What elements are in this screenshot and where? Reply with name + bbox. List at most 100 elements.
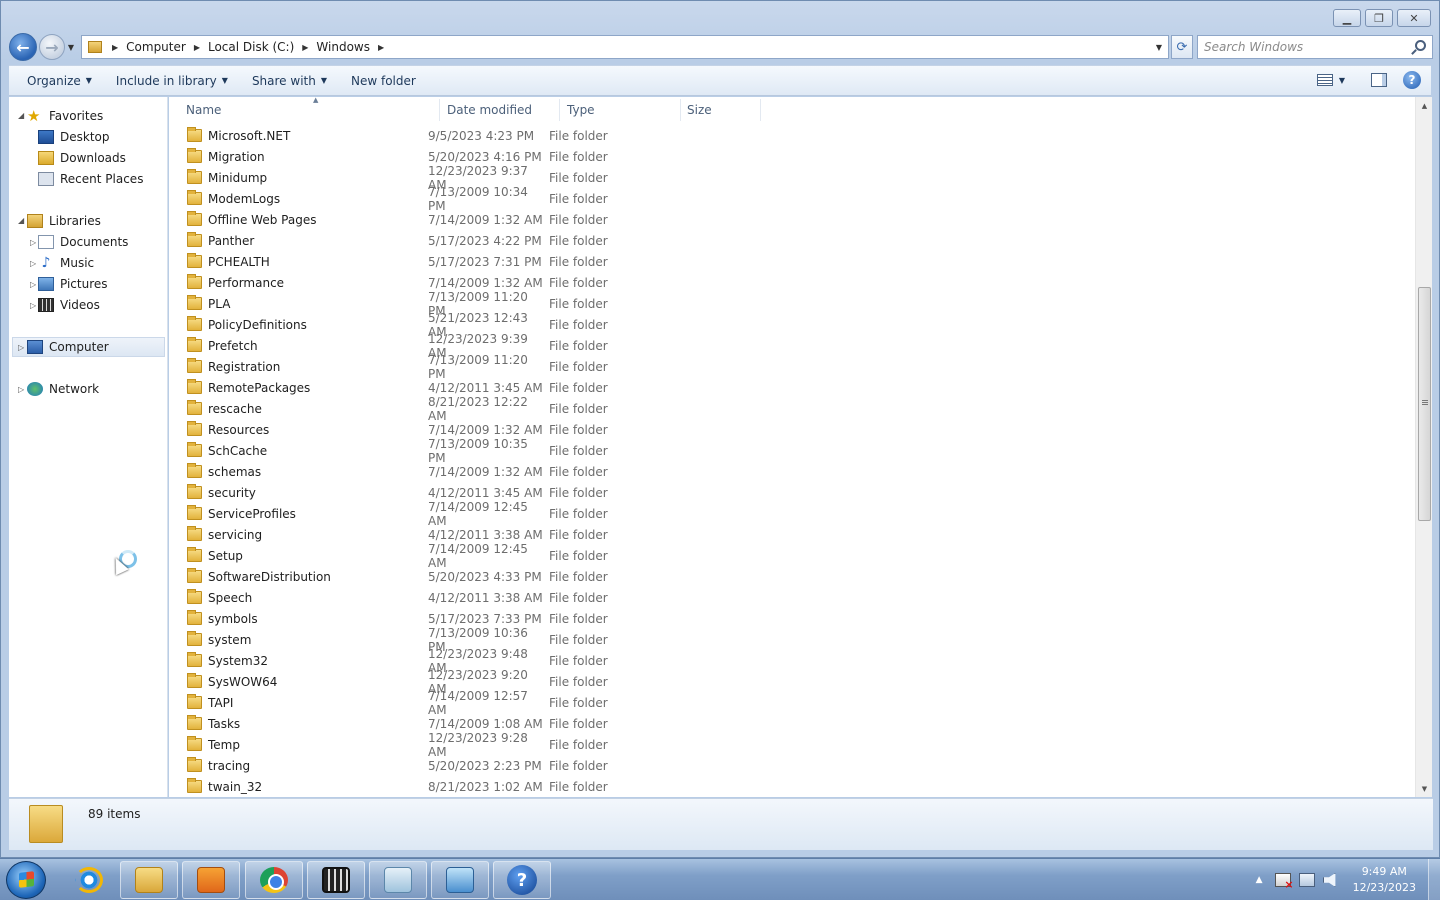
taskbar-media-player[interactable]: [182, 861, 240, 899]
table-row[interactable]: ServiceProfiles 7/14/2009 12:45 AM File fo…: [187, 500, 608, 528]
table-row[interactable]: Resources 7/14/2009 1:32 AM File folder: [187, 419, 608, 440]
table-row[interactable]: PolicyDefinitions 5/21/2023 12:43 AM File …: [187, 311, 608, 339]
nav-item-music[interactable]: ♪ Music: [38, 253, 95, 273]
clock[interactable]: 9:49 AM 12/23/2023: [1353, 864, 1416, 896]
table-row[interactable]: Temp 12/23/2023 9:28 AM File folder: [187, 731, 608, 759]
expand-triangle-icon[interactable]: ▷: [30, 238, 36, 247]
expand-triangle-icon[interactable]: ▷: [30, 280, 36, 289]
nav-item-downloads[interactable]: Downloads: [38, 148, 126, 168]
address-bar[interactable]: ▶ Computer ▶ Local Disk (C:) ▶ Windows ▶…: [81, 35, 1169, 59]
taskbar-windows-explorer[interactable]: [120, 861, 178, 899]
table-row[interactable]: SchCache 7/13/2009 10:35 PM File folder: [187, 437, 608, 465]
organize-menu[interactable]: Organize ▼: [9, 66, 101, 95]
taskbar-movie-maker[interactable]: [307, 861, 365, 899]
table-row[interactable]: Microsoft.NET 9/5/2023 4:23 PM File folder: [187, 125, 608, 146]
table-row[interactable]: Panther 5/17/2023 4:22 PM File folder: [187, 230, 608, 251]
forward-button[interactable]: →: [39, 34, 65, 60]
table-row[interactable]: Migration 5/20/2023 4:16 PM File folder: [187, 146, 608, 167]
show-hidden-icons-icon[interactable]: ▲: [1256, 875, 1263, 885]
include-in-library-menu[interactable]: Include in library ▼: [107, 66, 237, 95]
chevron-right-icon[interactable]: ▶: [112, 43, 118, 52]
table-row[interactable]: RemotePackages 4/12/2011 3:45 AM File fold…: [187, 377, 608, 398]
expand-triangle-icon[interactable]: ▷: [30, 259, 36, 268]
chevron-right-icon[interactable]: ▶: [194, 43, 200, 52]
table-row[interactable]: servicing 4/12/2011 3:38 AM File folder: [187, 524, 608, 545]
help-icon[interactable]: ?: [1403, 71, 1421, 89]
column-header-size[interactable]: Size: [678, 99, 761, 121]
table-row[interactable]: TAPI 7/14/2009 12:57 AM File folder: [187, 689, 608, 717]
column-header-type[interactable]: Type: [558, 99, 681, 121]
chevron-right-icon[interactable]: ▶: [302, 43, 308, 52]
action-center-flag-icon[interactable]: [1274, 873, 1294, 891]
maximize-button[interactable]: ❐: [1365, 9, 1393, 27]
table-row[interactable]: Performance 7/14/2009 1:32 AM File folder: [187, 272, 608, 293]
collapse-triangle-icon[interactable]: ◢: [18, 111, 24, 120]
chevron-down-icon[interactable]: ▼: [1339, 76, 1345, 85]
table-row[interactable]: Tasks 7/14/2009 1:08 AM File folder: [187, 713, 608, 734]
table-row[interactable]: twain_32 8/21/2023 1:02 AM File folder: [187, 776, 608, 797]
table-row[interactable]: SoftwareDistribution 5/20/2023 4:33 PM Fil…: [187, 566, 608, 587]
scroll-down-icon[interactable]: ▼: [1416, 780, 1433, 797]
table-row[interactable]: Minidump 12/23/2023 9:37 AM File folder: [187, 164, 608, 192]
taskbar-chrome[interactable]: [245, 861, 303, 899]
table-row[interactable]: PCHEALTH 5/17/2023 7:31 PM File folder: [187, 251, 608, 272]
nav-item-documents[interactable]: Documents: [38, 232, 128, 252]
table-row[interactable]: security 4/12/2011 3:45 AM File folder: [187, 482, 608, 503]
refresh-button[interactable]: ⟳: [1171, 35, 1193, 59]
table-row[interactable]: System32 12/23/2023 9:48 AM File folder: [187, 647, 608, 675]
address-dropdown-icon[interactable]: ▼: [1156, 43, 1162, 52]
nav-computer[interactable]: Computer: [27, 337, 109, 357]
breadcrumb-windows[interactable]: Windows: [316, 40, 370, 54]
table-row[interactable]: tracing 5/20/2023 2:23 PM File folder: [187, 755, 608, 776]
expand-triangle-icon[interactable]: ▷: [18, 343, 24, 352]
nav-favorites[interactable]: ★ Favorites: [27, 106, 103, 126]
breadcrumb-local-disk[interactable]: Local Disk (C:): [208, 40, 294, 54]
table-row[interactable]: rescache 8/21/2023 12:22 AM File folder: [187, 395, 608, 423]
minimize-button[interactable]: ▁: [1333, 9, 1361, 27]
volume-muted-icon[interactable]: [1322, 873, 1336, 887]
scrollbar-thumb[interactable]: [1418, 287, 1431, 521]
column-header-name[interactable]: Name ▲: [177, 96, 440, 121]
scroll-up-icon[interactable]: ▲: [1416, 97, 1433, 114]
share-with-menu[interactable]: Share with ▼: [243, 66, 336, 95]
start-button[interactable]: [6, 861, 46, 899]
breadcrumb-computer[interactable]: Computer: [126, 40, 186, 54]
new-folder-button[interactable]: New folder: [342, 66, 425, 95]
close-button[interactable]: ✕: [1397, 9, 1431, 27]
table-row[interactable]: Registration 7/13/2009 11:20 PM File folde…: [187, 353, 608, 381]
column-header-date[interactable]: Date modified: [438, 99, 560, 121]
table-row[interactable]: Prefetch 12/23/2023 9:39 AM File folder: [187, 332, 608, 360]
taskbar-internet-explorer[interactable]: [60, 861, 118, 899]
nav-item-videos[interactable]: Videos: [38, 295, 100, 315]
show-desktop-button[interactable]: [1428, 859, 1440, 900]
nav-item-recent-places[interactable]: Recent Places: [38, 169, 143, 189]
table-row[interactable]: schemas 7/14/2009 1:32 AM File folder: [187, 461, 608, 482]
nav-item-pictures[interactable]: Pictures: [38, 274, 108, 294]
search-icon[interactable]: [1415, 40, 1426, 51]
nav-network[interactable]: Network: [27, 379, 99, 399]
back-button[interactable]: ←: [9, 33, 37, 61]
table-row[interactable]: symbols 5/17/2023 7:33 PM File folder: [187, 608, 608, 629]
collapse-triangle-icon[interactable]: ◢: [18, 216, 24, 225]
recent-pages-dropdown[interactable]: ▼: [65, 43, 77, 52]
search-box[interactable]: [1197, 35, 1433, 59]
table-row[interactable]: ModemLogs 7/13/2009 10:34 PM File folder: [187, 185, 608, 213]
expand-triangle-icon[interactable]: ▷: [30, 301, 36, 310]
network-tray-icon[interactable]: [1298, 873, 1315, 887]
taskbar-control-panel[interactable]: [431, 861, 489, 899]
table-row[interactable]: system 7/13/2009 10:36 PM File folder: [187, 626, 608, 654]
table-row[interactable]: Speech 4/12/2011 3:38 AM File folder: [187, 587, 608, 608]
nav-item-desktop[interactable]: Desktop: [38, 127, 110, 147]
preview-pane-icon[interactable]: [1371, 73, 1387, 87]
taskbar-help[interactable]: ?: [493, 861, 551, 899]
search-input[interactable]: [1204, 40, 1404, 54]
table-row[interactable]: PLA 7/13/2009 11:20 PM File folder: [187, 290, 608, 318]
vertical-scrollbar[interactable]: ▲ ▼: [1415, 97, 1432, 797]
table-row[interactable]: SysWOW64 12/23/2023 9:20 AM File folder: [187, 668, 608, 696]
nav-libraries[interactable]: Libraries: [27, 211, 101, 231]
change-view-icon[interactable]: [1316, 74, 1333, 86]
chevron-right-icon[interactable]: ▶: [378, 43, 384, 52]
table-row[interactable]: Offline Web Pages 7/14/2009 1:32 AM File f…: [187, 209, 608, 230]
expand-triangle-icon[interactable]: ▷: [18, 385, 24, 394]
table-row[interactable]: Setup 7/14/2009 12:45 AM File folder: [187, 542, 608, 570]
